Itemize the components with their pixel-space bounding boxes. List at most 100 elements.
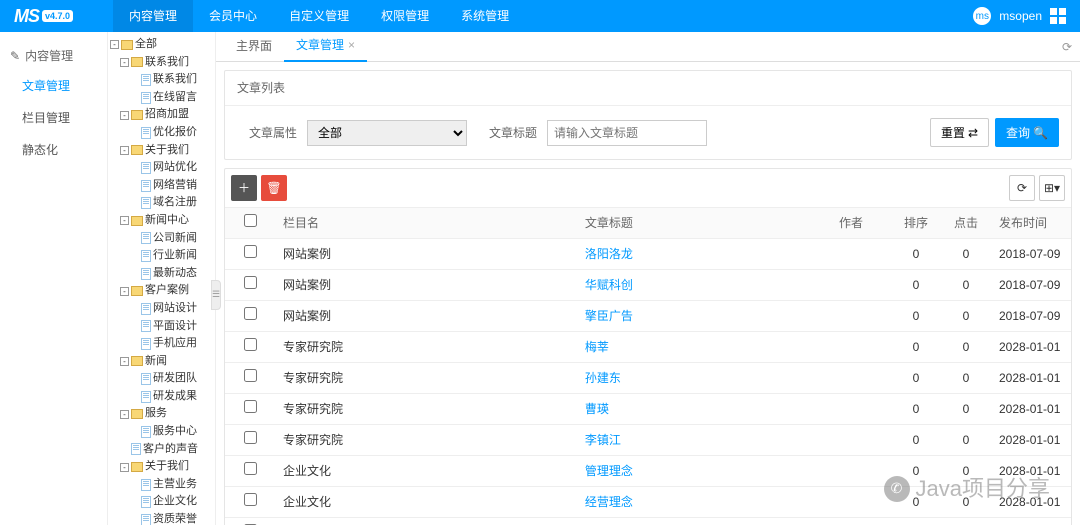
add-button[interactable]: ＋ (231, 175, 257, 201)
sidebar-item[interactable]: 静态化 (0, 134, 107, 166)
attr-label: 文章属性 (249, 124, 297, 142)
tree-node[interactable]: -客户案例 (110, 282, 213, 300)
tree-toggle[interactable]: - (120, 146, 129, 155)
tree-node[interactable]: -新闻中心 (110, 212, 213, 230)
tree-node[interactable]: 客户的声音 (110, 441, 213, 459)
tree-node[interactable]: 研发成果 (110, 388, 213, 406)
tree-node[interactable]: -服务 (110, 405, 213, 423)
col-author[interactable]: 作者 (831, 208, 891, 239)
col-sort[interactable]: 排序 (891, 208, 941, 239)
tree-node[interactable]: -联系我们 (110, 54, 213, 72)
article-link[interactable]: 洛阳洛龙 (585, 247, 633, 261)
delete-button[interactable]: 🗑 (261, 175, 287, 201)
tree-node[interactable]: 联系我们 (110, 71, 213, 89)
attr-select[interactable]: 全部 (307, 120, 467, 146)
file-icon (141, 162, 151, 174)
file-icon (141, 496, 151, 508)
row-check[interactable] (244, 462, 257, 475)
tree-toggle[interactable]: - (120, 111, 129, 120)
row-check[interactable] (244, 338, 257, 351)
row-check[interactable] (244, 431, 257, 444)
collapse-handle[interactable]: ☰ (211, 280, 221, 310)
article-link[interactable]: 擎臣广告 (585, 309, 633, 323)
refresh-icon[interactable]: ⟳ (1062, 38, 1072, 56)
apps-icon[interactable] (1050, 8, 1066, 24)
tree-node[interactable]: 行业新闻 (110, 247, 213, 265)
tree-node[interactable]: 主营业务 (110, 476, 213, 494)
nav-item[interactable]: 会员中心 (193, 0, 273, 32)
tab-article[interactable]: 文章管理× (284, 32, 367, 62)
nav-item[interactable]: 权限管理 (365, 0, 445, 32)
title-input[interactable] (547, 120, 707, 146)
article-link[interactable]: 梅莘 (585, 340, 609, 354)
category-tree[interactable]: -全部-联系我们联系我们在线留言-招商加盟优化报价-关于我们网站优化网络营销域名… (108, 32, 216, 525)
row-check[interactable] (244, 307, 257, 320)
folder-icon (131, 110, 143, 120)
tree-node[interactable]: -关于我们 (110, 142, 213, 160)
file-icon (141, 303, 151, 315)
tree-toggle[interactable]: - (120, 216, 129, 225)
tree-node[interactable]: 网站优化 (110, 159, 213, 177)
file-icon (141, 391, 151, 403)
filter-box: 文章列表 文章属性 全部 文章标题 重置 ⇄ 查询 🔍 (224, 70, 1072, 160)
nav-item[interactable]: 自定义管理 (273, 0, 365, 32)
col-hits[interactable]: 点击 (941, 208, 991, 239)
version-badge: v4.7.0 (42, 10, 73, 22)
tree-toggle[interactable]: - (120, 463, 129, 472)
tree-toggle[interactable]: - (110, 40, 119, 49)
col-date[interactable]: 发布时间 (991, 208, 1071, 239)
row-check[interactable] (244, 276, 257, 289)
row-check[interactable] (244, 369, 257, 382)
tree-node[interactable]: 网站设计 (110, 300, 213, 318)
close-icon[interactable]: × (348, 38, 355, 52)
tree-node[interactable]: 服务中心 (110, 423, 213, 441)
tree-node[interactable]: 最新动态 (110, 265, 213, 283)
row-check[interactable] (244, 400, 257, 413)
tree-node[interactable]: 公司新闻 (110, 230, 213, 248)
check-all[interactable] (244, 214, 257, 227)
columns-button[interactable]: ⊞▾ (1039, 175, 1065, 201)
tree-node[interactable]: 优化报价 (110, 124, 213, 142)
reload-button[interactable]: ⟳ (1009, 175, 1035, 201)
col-cat[interactable]: 栏目名 (275, 208, 577, 239)
reset-button[interactable]: 重置 ⇄ (930, 118, 989, 147)
tree-node[interactable]: 平面设计 (110, 318, 213, 336)
article-link[interactable]: 管理理念 (585, 464, 633, 478)
username[interactable]: msopen (999, 7, 1042, 25)
left-sidebar: ✎ 内容管理 文章管理栏目管理静态化 (0, 32, 108, 525)
article-link[interactable]: 华赋科创 (585, 278, 633, 292)
tree-toggle[interactable]: - (120, 58, 129, 67)
avatar[interactable]: ms (973, 7, 991, 25)
tree-node[interactable]: 在线留言 (110, 89, 213, 107)
tree-toggle[interactable]: - (120, 287, 129, 296)
article-link[interactable]: 曹瑛 (585, 402, 609, 416)
tree-toggle[interactable]: - (120, 357, 129, 366)
tree-node[interactable]: -关于我们 (110, 458, 213, 476)
tree-toggle[interactable]: - (120, 410, 129, 419)
nav-item[interactable]: 内容管理 (113, 0, 193, 32)
sidebar-item[interactable]: 文章管理 (0, 70, 107, 102)
row-check[interactable] (244, 245, 257, 258)
nav-item[interactable]: 系统管理 (445, 0, 525, 32)
search-button[interactable]: 查询 🔍 (995, 118, 1059, 147)
sidebar-item[interactable]: 栏目管理 (0, 102, 107, 134)
folder-icon (131, 57, 143, 67)
tab-main[interactable]: 主界面 (224, 32, 284, 61)
tree-node[interactable]: 网络营销 (110, 177, 213, 195)
tree-node[interactable]: 资质荣誉 (110, 511, 213, 525)
tree-node[interactable]: -全部 (110, 36, 213, 54)
file-icon (141, 197, 151, 209)
file-icon (141, 74, 151, 86)
tree-node[interactable]: -新闻 (110, 353, 213, 371)
tree-node[interactable]: -招商加盟 (110, 106, 213, 124)
tree-node[interactable]: 研发团队 (110, 370, 213, 388)
row-check[interactable] (244, 493, 257, 506)
tree-node[interactable]: 企业文化 (110, 493, 213, 511)
tree-node[interactable]: 手机应用 (110, 335, 213, 353)
article-link[interactable]: 李镇江 (585, 433, 621, 447)
article-link[interactable]: 经营理念 (585, 495, 633, 509)
col-title[interactable]: 文章标题 (577, 208, 831, 239)
table-row: 企业文化价值观002028-01-01 (225, 518, 1071, 525)
article-link[interactable]: 孙建东 (585, 371, 621, 385)
tree-node[interactable]: 域名注册 (110, 194, 213, 212)
